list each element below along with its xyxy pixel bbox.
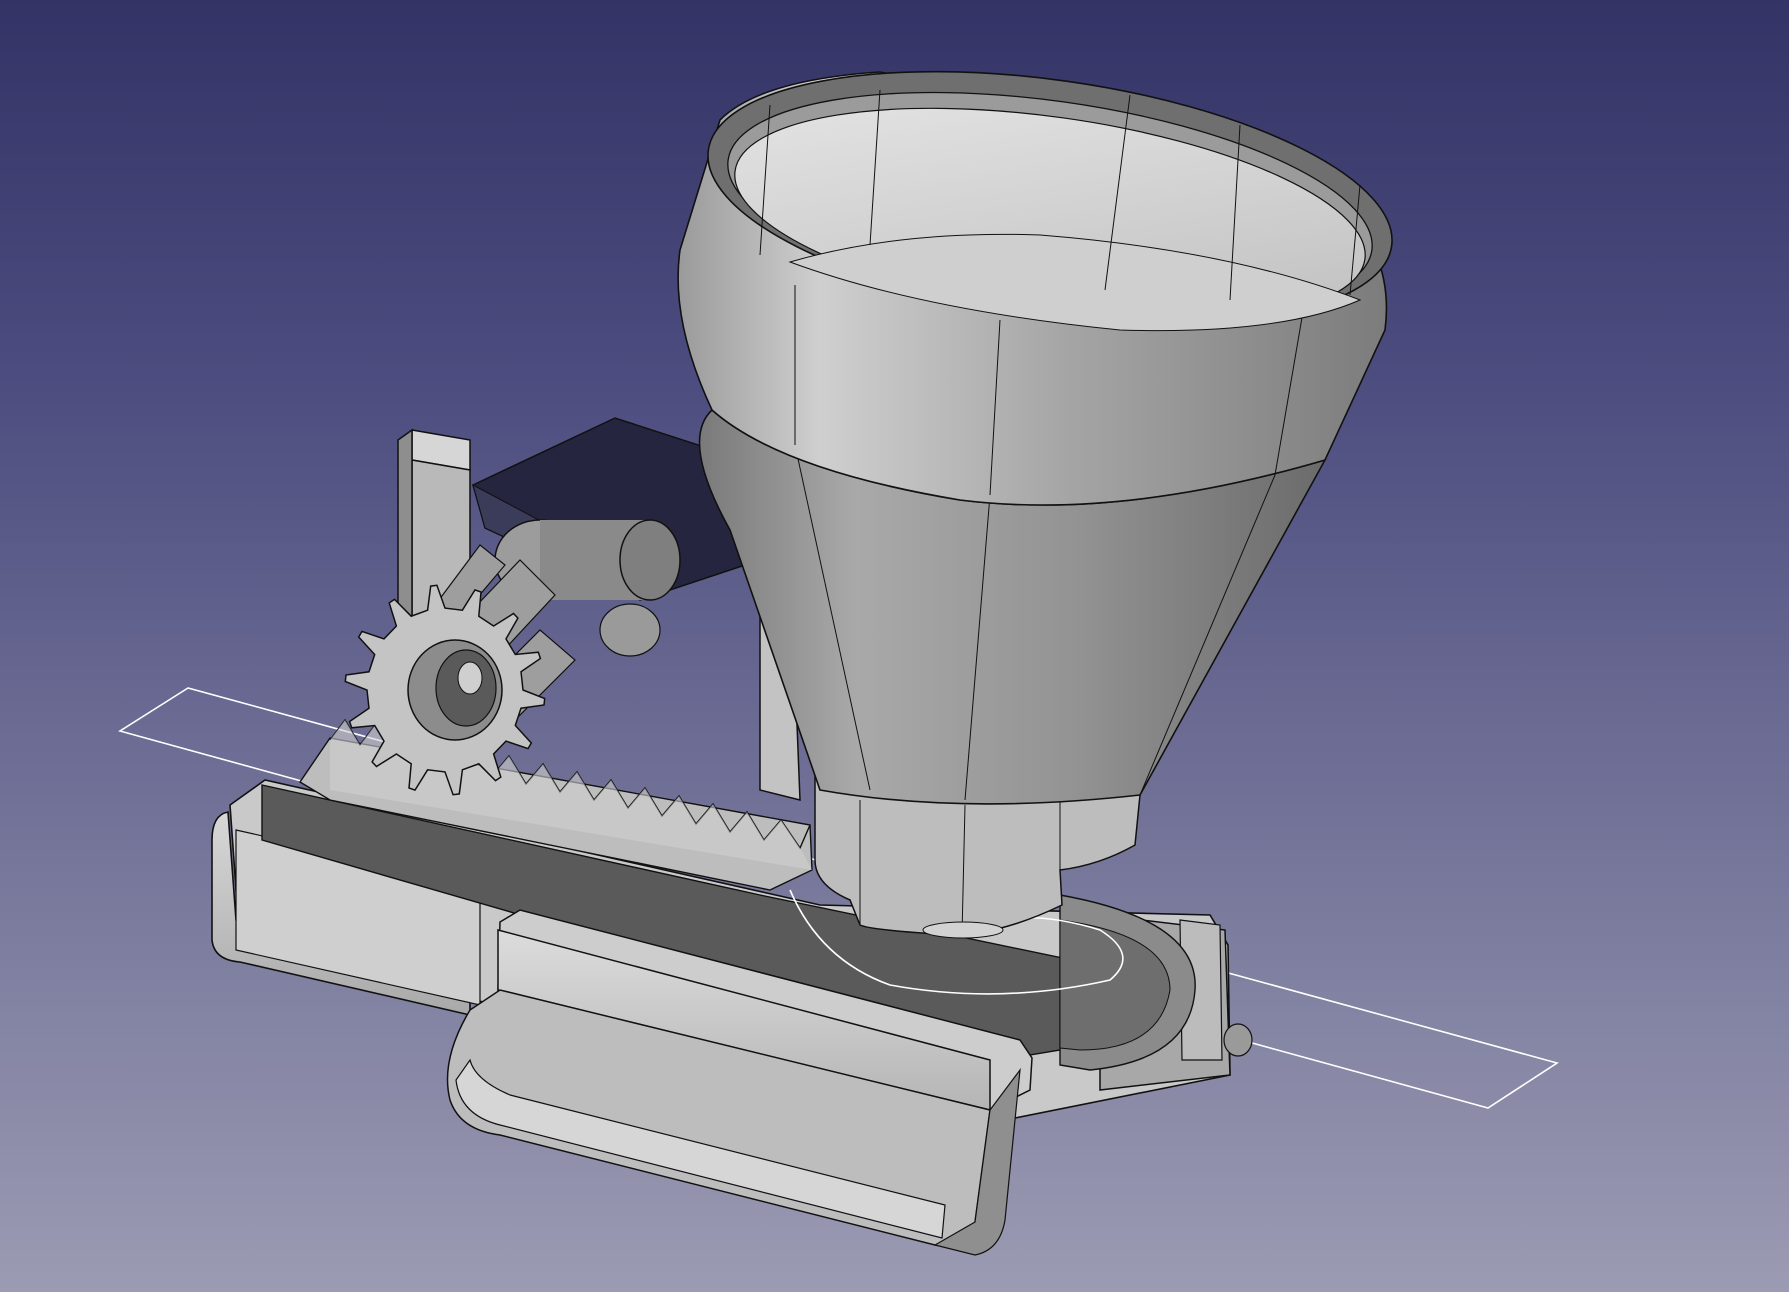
3d-viewport[interactable] bbox=[0, 0, 1789, 1292]
pinion-gear[interactable] bbox=[344, 544, 576, 796]
hopper-funnel[interactable] bbox=[677, 33, 1408, 939]
model-scene[interactable] bbox=[0, 0, 1789, 1292]
